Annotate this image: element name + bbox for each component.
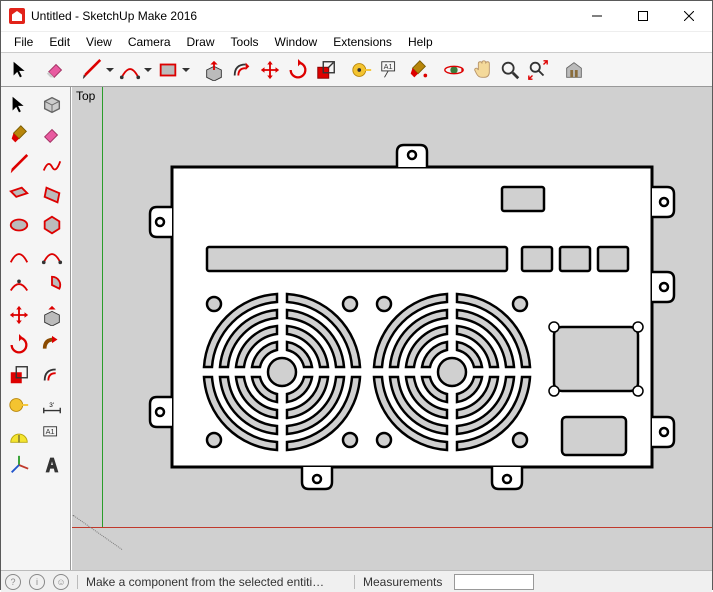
paint-bucket-tool[interactable]	[405, 57, 431, 83]
rotate-tool-2[interactable]	[4, 331, 34, 359]
make-component-tool[interactable]	[37, 91, 67, 119]
titlebar: Untitled - SketchUp Make 2016	[1, 1, 712, 32]
circle-tool[interactable]	[4, 211, 34, 239]
text-tool[interactable]: A1	[377, 57, 403, 83]
viewport[interactable]: Top	[71, 87, 712, 570]
pan-tool[interactable]	[469, 57, 495, 83]
rotate-tool[interactable]	[285, 57, 311, 83]
move-tool-2[interactable]	[4, 301, 34, 329]
menu-edit[interactable]: Edit	[42, 34, 77, 50]
y-axis	[102, 87, 103, 528]
pushpull-tool[interactable]	[201, 57, 227, 83]
maximize-button[interactable]	[620, 1, 666, 31]
user-icon[interactable]: ☺	[53, 574, 69, 590]
status-hint: Make a component from the selected entit…	[86, 575, 346, 589]
select-tool-2[interactable]	[4, 91, 34, 119]
line-tool-2[interactable]	[4, 151, 34, 179]
rotated-rectangle-tool[interactable]	[37, 181, 67, 209]
offset-tool-2[interactable]	[37, 361, 67, 389]
dimension-tool[interactable]: 3'	[37, 391, 67, 419]
arc-tool-dropdown[interactable]	[143, 57, 153, 83]
warehouse-tool[interactable]	[561, 57, 587, 83]
main-toolbar: A1	[1, 52, 712, 87]
measurements-input[interactable]	[454, 574, 534, 590]
axes-tool[interactable]	[4, 451, 34, 479]
view-label: Top	[76, 89, 95, 103]
paint-bucket-tool-2[interactable]	[4, 121, 34, 149]
menu-tools[interactable]: Tools	[224, 34, 266, 50]
orbit-tool[interactable]	[441, 57, 467, 83]
arc-tool-2[interactable]	[4, 241, 34, 269]
menu-help[interactable]: Help	[401, 34, 440, 50]
scale-tool[interactable]	[313, 57, 339, 83]
model-drawing	[122, 127, 682, 527]
scale-tool-2[interactable]	[4, 361, 34, 389]
line-tool[interactable]	[79, 57, 105, 83]
app-icon	[9, 8, 25, 24]
text-tool-2[interactable]: A1	[37, 421, 67, 449]
menu-extensions[interactable]: Extensions	[326, 34, 399, 50]
eraser-tool-2[interactable]	[37, 121, 67, 149]
followme-tool[interactable]	[37, 331, 67, 359]
menu-camera[interactable]: Camera	[121, 34, 178, 50]
select-tool[interactable]	[7, 57, 33, 83]
svg-text:A1: A1	[384, 62, 393, 71]
menu-view[interactable]: View	[79, 34, 119, 50]
menu-file[interactable]: File	[7, 34, 40, 50]
help-icon[interactable]: ?	[5, 574, 21, 590]
arc-tool[interactable]	[117, 57, 143, 83]
svg-text:3': 3'	[49, 402, 54, 409]
statusbar: ? i ☺ Make a component from the selected…	[1, 570, 712, 592]
menu-window[interactable]: Window	[268, 34, 325, 50]
dashed-axis	[73, 515, 123, 550]
shape-tool-dropdown[interactable]	[181, 57, 191, 83]
measurements-label: Measurements	[363, 575, 442, 589]
polygon-tool[interactable]	[37, 211, 67, 239]
menubar: File Edit View Camera Draw Tools Window …	[1, 32, 712, 52]
zoom-tool[interactable]	[497, 57, 523, 83]
tape-measure-tool-2[interactable]	[4, 391, 34, 419]
work-area: 3' A1 Top	[1, 87, 712, 570]
eraser-tool[interactable]	[43, 57, 69, 83]
3d-text-tool[interactable]	[37, 451, 67, 479]
pie-tool[interactable]	[37, 271, 67, 299]
minimize-button[interactable]	[574, 1, 620, 31]
pushpull-tool-2[interactable]	[37, 301, 67, 329]
x-axis	[72, 527, 712, 528]
close-button[interactable]	[666, 1, 712, 31]
arc-3point-tool[interactable]	[4, 271, 34, 299]
arc-2point-tool[interactable]	[37, 241, 67, 269]
freehand-tool[interactable]	[37, 151, 67, 179]
line-tool-dropdown[interactable]	[105, 57, 115, 83]
large-toolset: 3' A1	[1, 87, 71, 570]
zoom-extents-tool[interactable]	[525, 57, 551, 83]
move-tool[interactable]	[257, 57, 283, 83]
rectangle-tool[interactable]	[4, 181, 34, 209]
svg-text:A1: A1	[46, 427, 55, 436]
shape-tool[interactable]	[155, 57, 181, 83]
protractor-tool[interactable]	[4, 421, 34, 449]
offset-tool[interactable]	[229, 57, 255, 83]
tape-measure-tool[interactable]	[349, 57, 375, 83]
info-icon[interactable]: i	[29, 574, 45, 590]
window-title: Untitled - SketchUp Make 2016	[31, 9, 574, 23]
menu-draw[interactable]: Draw	[180, 34, 222, 50]
